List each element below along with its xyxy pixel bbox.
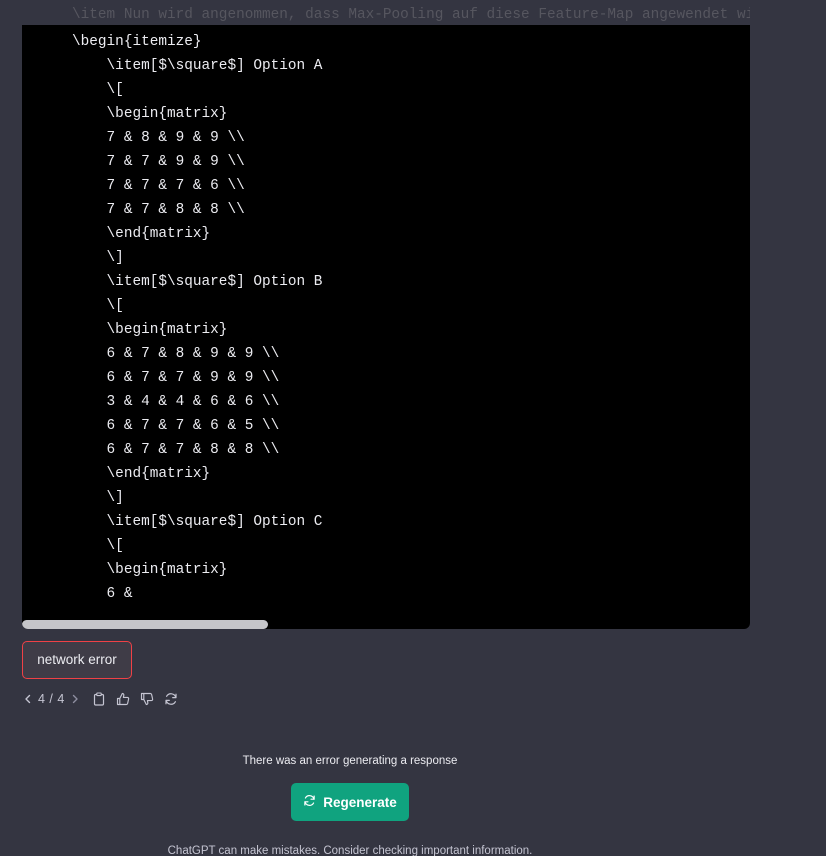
code-line: \] xyxy=(72,250,124,266)
code-line: 7 & 7 & 8 & 8 \\ xyxy=(72,202,245,218)
code-horizontal-scrollbar[interactable] xyxy=(22,620,268,629)
code-line: \[ xyxy=(72,298,124,314)
response-pager: 4 / 4 xyxy=(22,689,81,709)
code-line: \end{matrix} xyxy=(72,226,211,242)
pager-count: 4 / 4 xyxy=(38,692,65,706)
code-line: 7 & 7 & 9 & 9 \\ xyxy=(72,154,245,170)
generation-error-message: There was an error generating a response xyxy=(242,755,458,767)
code-line: \[ xyxy=(72,538,124,554)
thumbs-down-icon[interactable] xyxy=(135,689,159,709)
chevron-right-icon[interactable] xyxy=(69,689,81,709)
code-line: \begin{itemize} xyxy=(72,34,202,50)
code-line: 6 & 7 & 7 & 8 & 8 \\ xyxy=(72,442,280,458)
refresh-icon[interactable] xyxy=(159,689,183,709)
code-line: \item[$\square$] Option C xyxy=(72,514,323,530)
code-top-fade: \item Nun wird angenommen, dass Max-Pool… xyxy=(22,0,750,25)
regenerate-button[interactable]: Regenerate xyxy=(291,783,409,821)
message-actions xyxy=(87,689,183,709)
code-line: 7 & 8 & 9 & 9 \\ xyxy=(72,130,245,146)
code-line: \begin{matrix} xyxy=(72,322,228,338)
code-line: \begin{matrix} xyxy=(72,562,228,578)
code-line: \item[$\square$] Option B xyxy=(72,274,323,290)
code-block: \item Nun wird angenommen, dass Max-Pool… xyxy=(22,0,750,629)
code-line: 3 & 4 & 4 & 6 & 6 \\ xyxy=(72,394,280,410)
refresh-icon xyxy=(303,794,316,810)
code-line: 6 & 7 & 7 & 6 & 5 \\ xyxy=(72,418,280,434)
code-line: \begin{matrix} xyxy=(72,106,228,122)
code-line: \end{matrix} xyxy=(72,466,211,482)
code-line: \[ xyxy=(72,82,124,98)
code-line: 6 & 7 & 8 & 9 & 9 \\ xyxy=(72,346,280,362)
clipboard-icon[interactable] xyxy=(87,689,111,709)
chat-page: \item Nun wird angenommen, dass Max-Pool… xyxy=(0,0,826,856)
thumbs-up-icon[interactable] xyxy=(111,689,135,709)
network-error-badge: network error xyxy=(22,641,132,679)
disclaimer-text: ChatGPT can make mistakes. Consider chec… xyxy=(167,845,533,856)
code-line: \] xyxy=(72,490,124,506)
message-action-row: 4 / 4 xyxy=(22,689,183,709)
code-line: \item[$\square$] Option A xyxy=(72,58,323,74)
code-line: 7 & 7 & 7 & 6 \\ xyxy=(72,178,245,194)
code-line: 6 & xyxy=(72,586,133,602)
chevron-left-icon[interactable] xyxy=(22,689,34,709)
code-faded-line: \item Nun wird angenommen, dass Max-Pool… xyxy=(72,7,750,23)
code-line: 6 & 7 & 7 & 9 & 9 \\ xyxy=(72,370,280,386)
regenerate-label: Regenerate xyxy=(323,794,397,810)
code-lines: \begin{itemize} \item[$\square$] Option … xyxy=(72,30,322,606)
